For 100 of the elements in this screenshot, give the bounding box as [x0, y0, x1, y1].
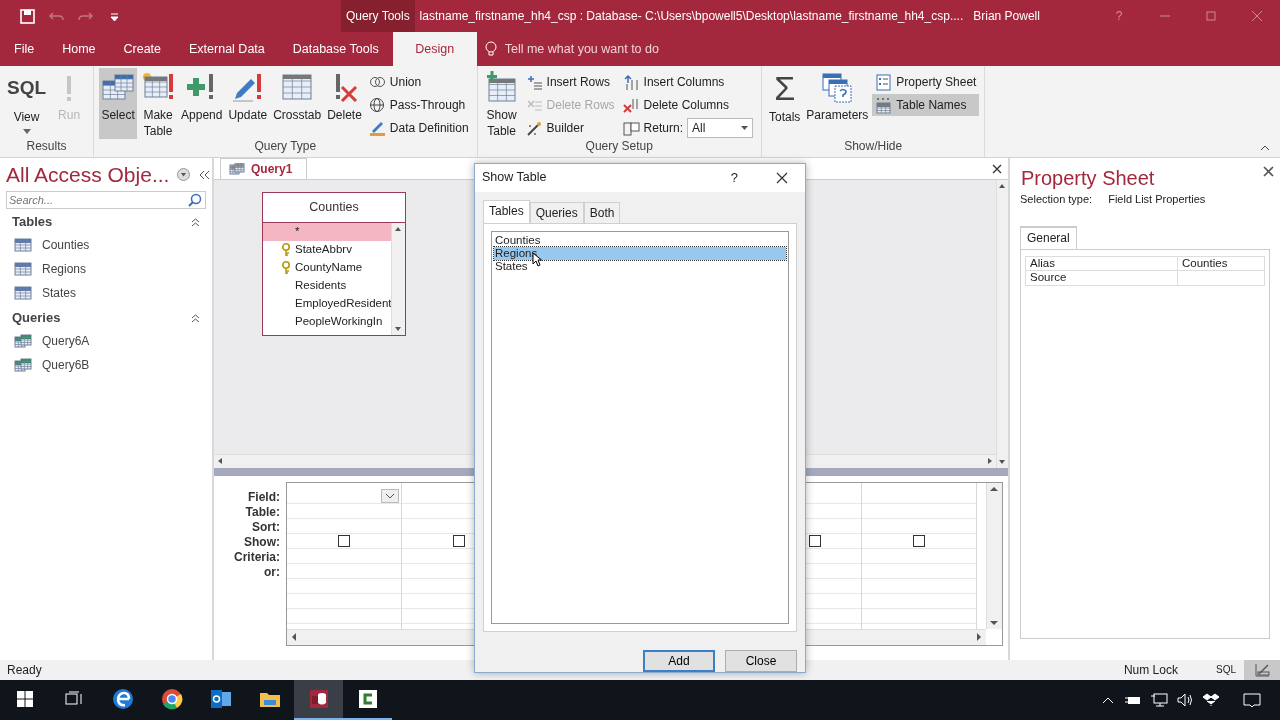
- box-icon[interactable]: [1202, 692, 1220, 708]
- ribbon-tab[interactable]: Database Tools: [278, 32, 393, 66]
- sql-view-button[interactable]: SQL: [1208, 660, 1244, 680]
- dropdown-icon[interactable]: [381, 489, 399, 503]
- navigation-item[interactable]: Counties: [6, 233, 206, 258]
- query-icon: [14, 334, 32, 349]
- row-label: Field:: [247, 490, 281, 505]
- network-icon[interactable]: [1150, 692, 1168, 708]
- return-dropdown[interactable]: All: [686, 118, 753, 138]
- ribbon-button[interactable]: Insert Columns: [619, 71, 756, 93]
- property-value[interactable]: Counties: [1178, 256, 1228, 270]
- notification-icon[interactable]: [1242, 692, 1262, 708]
- collapse-ribbon-icon[interactable]: [1260, 145, 1270, 151]
- row-label: Sort:: [251, 520, 281, 535]
- row-label: or:: [263, 565, 281, 580]
- field-item[interactable]: *: [263, 223, 392, 241]
- field-item[interactable]: StateAbbrv: [263, 241, 392, 259]
- key-icon: [281, 261, 291, 275]
- dialog-button[interactable]: Close: [725, 650, 797, 672]
- group-header[interactable]: Queries: [6, 307, 206, 330]
- dialog-title: Show Table: [482, 170, 548, 186]
- navigation-item[interactable]: Regions: [6, 257, 206, 282]
- windows-icon: [16, 691, 33, 707]
- ribbon-button[interactable]: Delete: [325, 68, 364, 139]
- close-icon[interactable]: [992, 164, 1002, 174]
- ribbon-button[interactable]: Table Names: [872, 94, 980, 116]
- close-icon[interactable]: [776, 171, 788, 184]
- search-box[interactable]: Search...: [6, 191, 206, 210]
- scrollbar[interactable]: [986, 483, 1002, 629]
- dialog-tab[interactable]: Both: [583, 201, 621, 224]
- property-name: Source: [1026, 270, 1178, 285]
- dialog-tab[interactable]: Tables: [483, 199, 530, 224]
- ribbon-button[interactable]: SQL View: [5, 68, 49, 139]
- selection-type-label: Selection type:: [1020, 193, 1093, 207]
- taskbar-app[interactable]: [294, 680, 343, 720]
- dialog-tab[interactable]: Queries: [529, 201, 584, 224]
- ribbon-button[interactable]: Pass-Through: [365, 94, 472, 116]
- ribbon-button[interactable]: Update: [226, 68, 270, 139]
- save-icon[interactable]: [20, 8, 35, 24]
- list-item[interactable]: Regions: [494, 247, 786, 261]
- field-item[interactable]: EmployedResident: [263, 295, 392, 313]
- table-icon: [14, 262, 32, 277]
- show-checkbox[interactable]: [913, 535, 925, 547]
- scrollbar[interactable]: [391, 223, 405, 335]
- field-item[interactable]: Residents: [263, 277, 392, 295]
- ribbon-button[interactable]: Data Definition: [365, 117, 472, 139]
- ribbon-button[interactable]: Delete Columns: [619, 94, 756, 116]
- delete-columns-icon: [622, 96, 640, 114]
- table-icon: [14, 238, 32, 253]
- tell-me-field[interactable]: Tell me what you want to do: [502, 40, 723, 58]
- row-label: Criteria:: [233, 550, 281, 565]
- lightbulb-icon: [484, 41, 497, 57]
- ribbon-button[interactable]: Make Table: [139, 68, 178, 139]
- group-label: Query Type: [253, 139, 318, 155]
- ribbon-button[interactable]: Union: [365, 71, 472, 93]
- insert-columns-icon: [622, 73, 640, 91]
- navigation-item[interactable]: Query6B: [6, 353, 206, 378]
- show-checkbox[interactable]: [809, 535, 821, 547]
- crosstab-icon: [280, 71, 315, 103]
- property-tab[interactable]: General: [1020, 226, 1077, 249]
- ribbon-button[interactable]: Select: [99, 68, 138, 139]
- dialog-button[interactable]: Add: [643, 650, 715, 672]
- ribbon-button[interactable]: Insert Rows: [522, 71, 618, 93]
- property-sheet-icon: [875, 73, 893, 91]
- ribbon-button[interactable]: Parameters: [804, 68, 871, 139]
- wand-icon: [525, 119, 543, 137]
- group-header[interactable]: Tables: [6, 211, 206, 234]
- list-item[interactable]: Counties: [494, 234, 786, 248]
- status-text: Ready: [7, 662, 42, 678]
- ribbon-button[interactable]: Show Table: [482, 68, 521, 139]
- ribbon-button[interactable]: Append: [179, 68, 225, 139]
- volume-icon[interactable]: [1176, 692, 1194, 708]
- ribbon-button[interactable]: Property Sheet: [872, 71, 980, 93]
- table-plus-icon: [484, 71, 519, 103]
- show-checkbox[interactable]: [338, 535, 350, 547]
- navigation-item[interactable]: States: [6, 281, 206, 306]
- document-tab[interactable]: Query1: [220, 157, 308, 179]
- ribbon-button[interactable]: Crosstab: [271, 68, 324, 139]
- mail-app-icon: [208, 687, 233, 711]
- ribbon-tab[interactable]: Design: [392, 32, 477, 66]
- scrollbar[interactable]: [996, 180, 1008, 468]
- ribbon-tab[interactable]: Home: [48, 32, 110, 66]
- list-item[interactable]: States: [494, 260, 786, 274]
- ribbon-button[interactable]: Builder: [522, 117, 618, 139]
- design-view-button[interactable]: [1244, 660, 1280, 680]
- close-icon[interactable]: [1263, 166, 1274, 177]
- ribbon-tab[interactable]: File: [0, 32, 49, 66]
- query-icon: [229, 162, 245, 175]
- navigation-item[interactable]: Query6A: [6, 329, 206, 354]
- group-label: Show/Hide: [843, 139, 904, 155]
- field-item[interactable]: CountyName: [263, 259, 392, 277]
- field-item[interactable]: PeopleWorkingIn: [263, 313, 392, 331]
- show-checkbox[interactable]: [453, 535, 465, 547]
- ruler-pencil-icon: [1254, 662, 1270, 678]
- ribbon-tab[interactable]: Create: [109, 32, 176, 66]
- ribbon-tab[interactable]: External Data: [175, 32, 279, 66]
- help-button[interactable]: ?: [730, 170, 738, 186]
- dropdown-circle-icon[interactable]: [177, 168, 191, 182]
- collapse-pane-icon[interactable]: [198, 169, 211, 180]
- ribbon-button[interactable]: Σ Totals: [766, 68, 803, 139]
